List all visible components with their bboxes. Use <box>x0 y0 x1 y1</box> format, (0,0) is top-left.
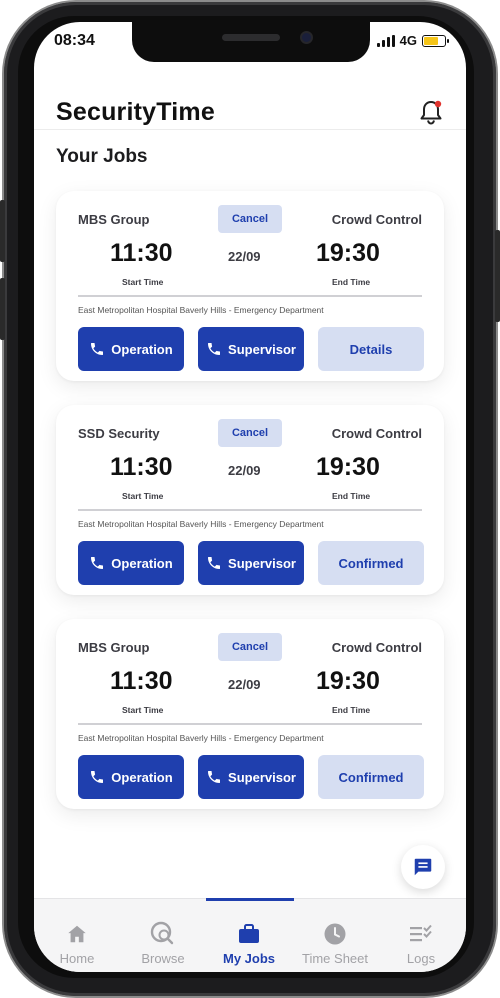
job-date: 22/09 <box>228 677 261 692</box>
cancel-button[interactable]: Cancel <box>218 205 282 233</box>
phone-icon <box>91 343 104 355</box>
job-date: 22/09 <box>228 249 261 264</box>
chat-icon <box>414 858 432 876</box>
tab-browse[interactable]: Browse <box>120 899 206 972</box>
job-location: East Metropolitan Hospital Baverly Hills… <box>78 519 324 529</box>
company-name: MBS Group <box>78 640 150 655</box>
operation-call-button[interactable]: Operation <box>78 755 184 799</box>
phone-icon <box>208 343 221 355</box>
end-time: 19:30 <box>316 453 380 481</box>
home-icon <box>66 921 88 947</box>
speaker <box>222 34 280 41</box>
job-type: Crowd Control <box>331 212 422 227</box>
briefcase-icon <box>237 921 261 947</box>
phone-icon <box>91 771 104 783</box>
job-card: MBS Group Cancel Crowd Control 11:30 22/… <box>56 619 444 809</box>
start-time-label: Start Time <box>122 277 164 287</box>
details-button[interactable]: Details <box>318 327 424 371</box>
tab-my-jobs[interactable]: My Jobs <box>206 899 292 972</box>
start-time: 11:30 <box>110 453 173 481</box>
app-header: SecurityTime <box>34 72 466 130</box>
divider <box>78 723 422 725</box>
confirmed-button[interactable]: Confirmed <box>318 541 424 585</box>
section-title: Your Jobs <box>56 146 148 167</box>
signal-icon <box>376 34 395 47</box>
volume-down-button <box>0 278 5 340</box>
tab-label: Home <box>59 951 95 966</box>
cancel-button[interactable]: Cancel <box>218 633 282 661</box>
job-type: Crowd Control <box>331 640 422 655</box>
clock-icon <box>323 921 347 947</box>
tab-label: My Jobs <box>222 951 275 966</box>
tab-home[interactable]: Home <box>34 899 120 972</box>
phone-icon <box>208 771 221 783</box>
tab-bar: Home Browse My Jobs Time Sheet Logs <box>34 898 466 972</box>
supervisor-label: Supervisor <box>228 341 296 357</box>
notch <box>132 22 370 62</box>
cancel-button[interactable]: Cancel <box>218 419 282 447</box>
screen: 08:34 4G SecurityTime Your Jobs MBS Grou… <box>34 22 466 972</box>
divider <box>78 509 422 511</box>
notification-bell-icon[interactable] <box>418 98 444 126</box>
confirmed-button[interactable]: Confirmed <box>318 755 424 799</box>
logs-icon <box>408 921 434 947</box>
battery-icon <box>422 34 449 47</box>
front-camera <box>300 31 313 44</box>
operation-call-button[interactable]: Operation <box>78 327 184 371</box>
card-actions: Operation Supervisor Details <box>78 327 424 371</box>
start-time-label: Start Time <box>122 491 164 501</box>
end-time-label: End Time <box>332 705 371 715</box>
power-button <box>495 230 500 322</box>
tab-label: Browse <box>141 951 185 966</box>
network-type: 4G <box>399 33 417 48</box>
supervisor-call-button[interactable]: Supervisor <box>198 327 304 371</box>
operation-label: Operation <box>111 341 173 357</box>
card-actions: Operation Supervisor Confirmed <box>78 541 424 585</box>
job-date: 22/09 <box>228 463 261 478</box>
active-tab-indicator <box>206 898 294 901</box>
tab-time-sheet[interactable]: Time Sheet <box>292 899 378 972</box>
job-card: MBS Group Cancel Crowd Control 11:30 22/… <box>56 191 444 381</box>
operation-label: Operation <box>111 555 173 571</box>
start-time: 11:30 <box>110 667 173 695</box>
job-type: Crowd Control <box>331 426 422 441</box>
volume-up-button <box>0 200 5 262</box>
supervisor-label: Supervisor <box>228 769 296 785</box>
supervisor-label: Supervisor <box>228 555 296 571</box>
supervisor-call-button[interactable]: Supervisor <box>198 755 304 799</box>
card-actions: Operation Supervisor Confirmed <box>78 755 424 799</box>
phone-icon <box>91 557 104 569</box>
start-time: 11:30 <box>110 239 173 267</box>
end-time: 19:30 <box>316 667 380 695</box>
job-location: East Metropolitan Hospital Baverly Hills… <box>78 733 324 743</box>
end-time-label: End Time <box>332 491 371 501</box>
job-location: East Metropolitan Hospital Baverly Hills… <box>78 305 324 315</box>
tab-label: Time Sheet <box>302 951 368 966</box>
app-title: SecurityTime <box>56 98 215 126</box>
phone-icon <box>208 557 221 569</box>
company-name: SSD Security <box>78 426 160 441</box>
company-name: MBS Group <box>78 212 150 227</box>
end-time: 19:30 <box>316 239 380 267</box>
status-indicators: 4G <box>376 33 449 48</box>
tab-logs[interactable]: Logs <box>378 899 464 972</box>
end-time-label: End Time <box>332 277 371 287</box>
tab-label: Logs <box>406 951 436 966</box>
divider <box>78 295 422 297</box>
job-card: SSD Security Cancel Crowd Control 11:30 … <box>56 405 444 595</box>
chat-button[interactable] <box>401 845 445 889</box>
browse-icon <box>150 921 176 947</box>
start-time-label: Start Time <box>122 705 164 715</box>
status-time: 08:34 <box>54 32 95 49</box>
operation-call-button[interactable]: Operation <box>78 541 184 585</box>
operation-label: Operation <box>111 769 173 785</box>
supervisor-call-button[interactable]: Supervisor <box>198 541 304 585</box>
